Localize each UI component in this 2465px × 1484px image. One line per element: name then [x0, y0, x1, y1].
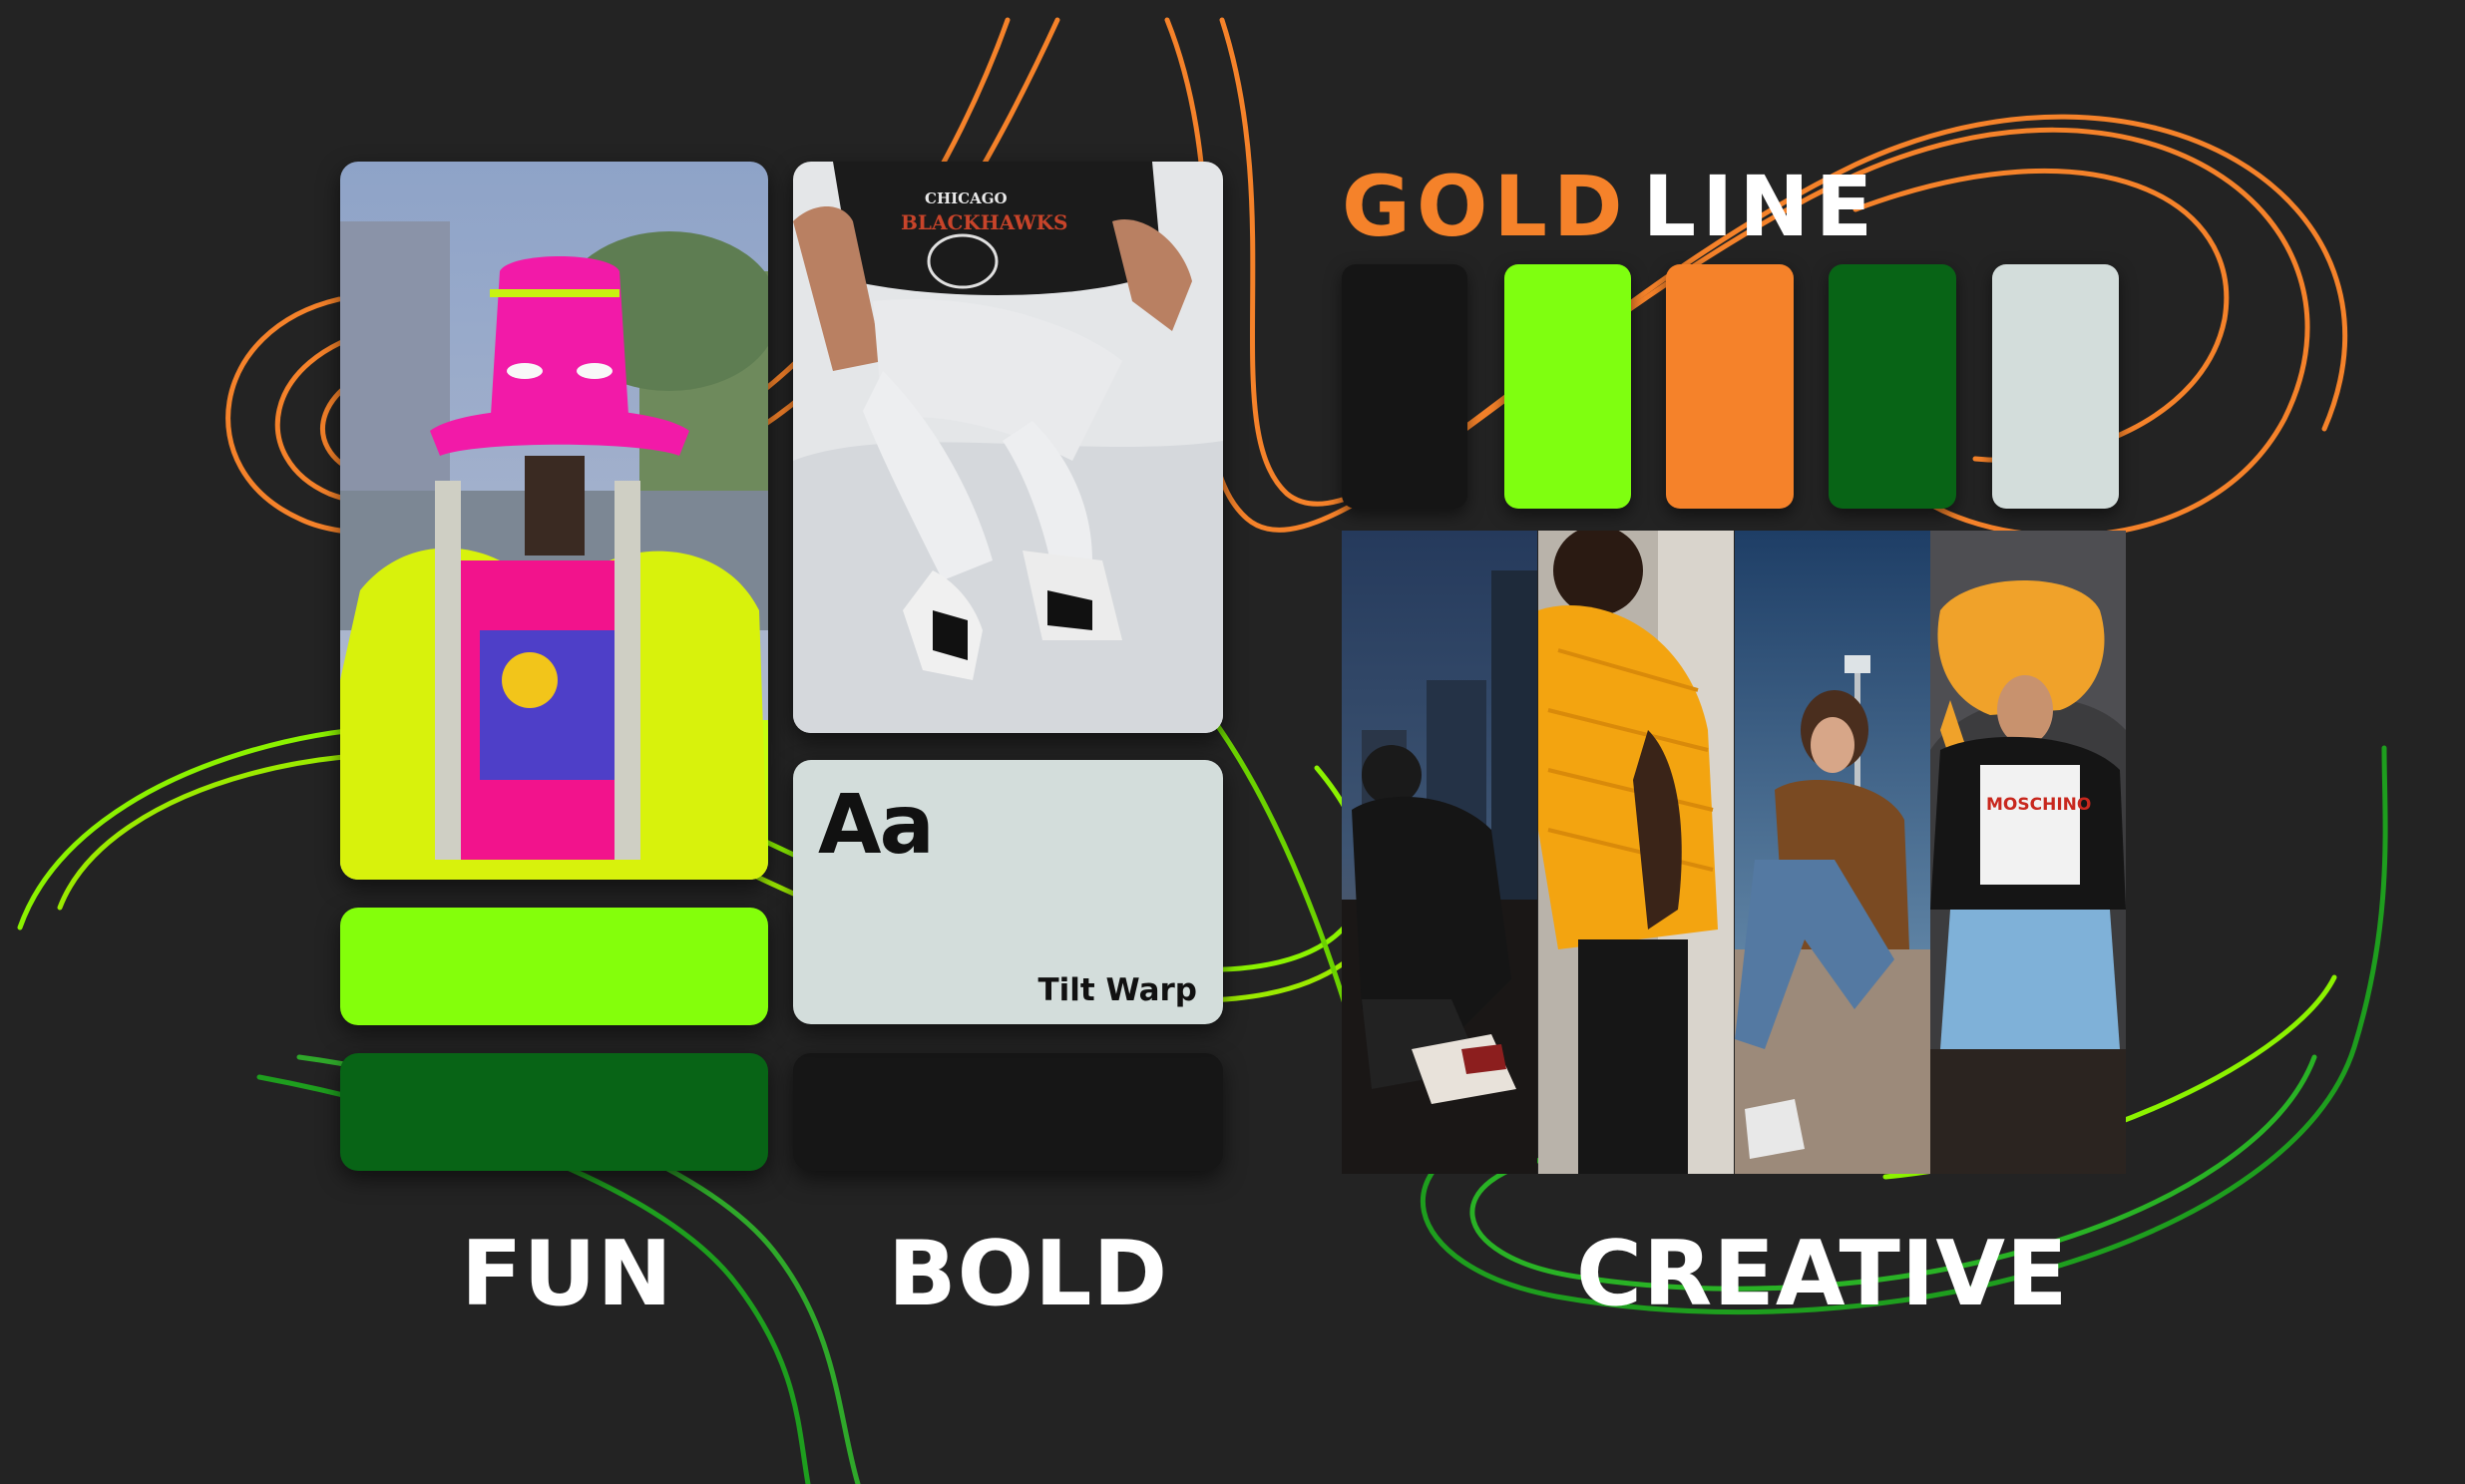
photo-neon-bucket-hat — [340, 162, 768, 880]
tee-print-top: CHICAGO — [925, 189, 1008, 207]
tee-print-main: BLACKHAWKS — [901, 210, 1068, 234]
mood-word-fun: FUN — [461, 1222, 673, 1326]
font-name-label: Tilt Warp — [1037, 972, 1198, 1008]
mood-word-creative: CREATIVE — [1576, 1222, 2069, 1326]
moodboard-canvas: CHICAGO BLACKHAWKS Aa Tilt Warp GOLD LINE — [0, 0, 2465, 1484]
photo-orange-puffer-vest — [1538, 531, 1734, 1174]
swatch-lime — [1504, 264, 1631, 509]
typography-card: Aa Tilt Warp — [793, 760, 1223, 1024]
photo-night-street — [1342, 531, 1537, 1174]
dark-green-color-block — [340, 1053, 768, 1171]
logo-line-text: LINE — [1642, 158, 1879, 255]
lime-color-block — [340, 908, 768, 1025]
photo-denim-jump — [1735, 531, 1930, 1174]
logo-gold-text: GOLD — [1342, 158, 1629, 255]
black-color-block — [793, 1053, 1223, 1171]
mood-word-bold: BOLD — [888, 1222, 1169, 1326]
type-sample: Aa — [818, 778, 935, 873]
goldline-logo: GOLD LINE — [1342, 158, 1878, 255]
shirt-print: MOSCHINO — [1986, 795, 2091, 815]
photo-chicago-tee-sneakers: CHICAGO BLACKHAWKS — [793, 162, 1223, 733]
swatch-black — [1342, 264, 1467, 509]
swatch-light-gray — [1992, 264, 2119, 509]
swatch-orange — [1666, 264, 1794, 509]
photo-orange-fur-hat: MOSCHINO — [1930, 531, 2126, 1174]
swatch-green — [1829, 264, 1956, 509]
